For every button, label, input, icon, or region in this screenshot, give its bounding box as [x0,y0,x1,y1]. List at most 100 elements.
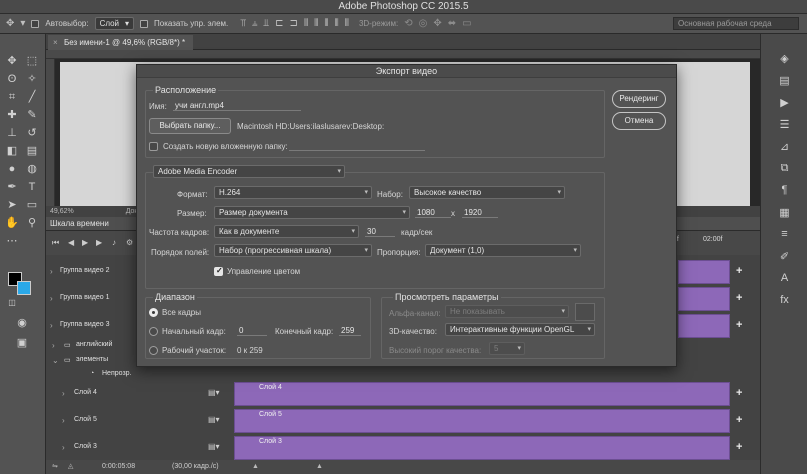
actions-icon[interactable]: ▶ [761,96,807,109]
workspace-dropdown[interactable]: Основная рабочая среда [673,17,799,30]
distribute-4-icon[interactable]: ⫴ [335,18,339,29]
height-input[interactable]: 1920 [462,208,498,218]
default-colors-icon[interactable]: ◫ [4,296,20,310]
align-top-icon[interactable]: ⫪ [240,18,246,29]
choose-folder-button[interactable]: Выбрать папку... [149,118,231,134]
convert-icon[interactable]: ⇋ [52,460,58,474]
frame-rate-dropdown[interactable]: Как в документе ▾ [214,225,359,238]
chevron-right-icon[interactable]: › [62,389,65,398]
scale-3d-icon[interactable]: ▭ [462,18,471,29]
size-dropdown[interactable]: Размер документа ▾ [214,206,410,219]
high-threshold-dropdown[interactable]: 5 ▾ [489,342,525,355]
autoselect-dropdown[interactable]: Слой ▾ [94,17,135,30]
distribute-icon[interactable]: ⫴ [304,18,308,29]
distribute-5-icon[interactable]: ⫴ [345,18,349,29]
film-icon[interactable]: ▤▾ [208,415,220,424]
create-subfolder-checkbox[interactable] [149,142,158,151]
swatches-icon[interactable]: ▦ [761,206,807,219]
cancel-button[interactable]: Отмена [612,112,666,130]
move-tool-icon[interactable]: ✥ [6,18,14,29]
timeline-clip[interactable] [678,260,730,284]
color-management-checkbox[interactable] [214,266,223,276]
lasso-tool-icon[interactable]: ʘ [4,72,20,86]
screen-mode-icon[interactable]: ▣ [14,336,30,350]
brush-tool-icon[interactable]: ✎ [24,108,40,122]
rotate-3d-icon[interactable]: ⟲ [404,18,412,29]
chevron-down-icon[interactable]: ▾ [20,18,25,29]
add-media-icon[interactable]: + [736,265,742,277]
distribute-2-icon[interactable]: ⫴ [314,18,318,29]
eraser-tool-icon[interactable]: ◧ [4,144,20,158]
current-timecode[interactable]: 0:00:05:08 [102,460,135,474]
timeline-clip[interactable] [678,287,730,311]
character-icon[interactable]: A [761,272,807,284]
move-tool-icon[interactable]: ✥ [4,54,20,68]
prev-frame-icon[interactable]: ◀ [68,238,74,247]
pen-tool-icon[interactable]: ✒ [4,180,20,194]
chevron-down-icon[interactable]: ⌄ [52,356,59,365]
film-icon[interactable]: ▤▾ [208,388,220,397]
magic-wand-tool-icon[interactable]: ✧ [24,72,40,86]
settings-icon[interactable]: ⚙ [126,238,133,247]
format-dropdown[interactable]: H.264 ▾ [214,186,372,199]
eyedropper-tool-icon[interactable]: ╱ [24,90,40,104]
field-order-dropdown[interactable]: Набор (прогрессивная шкала) ▾ [214,244,372,257]
background-color-swatch[interactable] [17,281,31,295]
timeline-clip[interactable]: Слой 5 [234,409,730,433]
chevron-right-icon[interactable]: › [50,294,53,303]
marquee-tool-icon[interactable]: ⬚ [24,54,40,68]
history-brush-tool-icon[interactable]: ↺ [24,126,40,140]
autoselect-checkbox[interactable] [31,19,40,28]
timeline-clip[interactable]: Слой 3 [234,436,730,460]
adjustments-icon[interactable]: ⊿ [761,140,807,153]
dodge-tool-icon[interactable]: ◍ [24,162,40,176]
blur-tool-icon[interactable]: ● [4,162,20,176]
document-tab[interactable]: × Без имени-1 @ 49,6% (RGB/8*) * [48,35,194,50]
frame-range-radio[interactable] [149,327,158,336]
layers-3d-icon[interactable]: ◈ [761,52,807,65]
add-media-icon[interactable]: + [736,387,742,399]
history-icon[interactable]: ▤ [761,74,807,87]
distribute-3-icon[interactable]: ⫴ [324,18,328,29]
name-input[interactable]: учи англ.mp4 [173,101,301,111]
slide-3d-icon[interactable]: ⬌ [448,18,456,29]
first-frame-icon[interactable]: ⏮ [52,238,59,248]
healing-brush-tool-icon[interactable]: ✚ [4,108,20,122]
start-frame-input[interactable]: 0 [237,326,267,336]
chevron-right-icon[interactable]: › [62,416,65,425]
chevron-right-icon[interactable]: › [62,443,65,452]
preset-dropdown[interactable]: Высокое качество ▾ [409,186,565,199]
close-icon[interactable]: × [53,35,58,50]
channels-icon[interactable]: ≡ [761,228,807,240]
more-tools-icon[interactable]: ⋯ [4,234,20,248]
gradient-tool-icon[interactable]: ▤ [24,144,40,158]
crop-tool-icon[interactable]: ⌗ [4,90,20,104]
all-frames-radio[interactable] [149,308,158,317]
zoom-tool-icon[interactable]: ⚲ [24,216,40,230]
align-left-icon[interactable]: ⊏ [275,18,283,29]
subfolder-input[interactable] [289,141,425,151]
type-tool-icon[interactable]: T [24,180,40,194]
alpha-dropdown[interactable]: Не показывать ▾ [445,305,569,318]
add-media-icon[interactable]: + [736,414,742,426]
work-area-radio[interactable] [149,346,158,355]
frame-rate-input[interactable]: 30 [365,227,395,237]
end-frame-input[interactable]: 259 [339,326,361,336]
film-icon[interactable]: ▤▾ [208,442,220,451]
hand-tool-icon[interactable]: ✋ [4,216,20,230]
timeline-clip[interactable] [678,314,730,338]
add-media-icon[interactable]: + [736,292,742,304]
align-middle-icon[interactable]: ⫨ [252,18,258,29]
styles-icon[interactable]: fx [761,294,807,306]
add-media-icon[interactable]: + [736,319,742,331]
libraries-icon[interactable]: ⧉ [761,162,807,175]
render-button[interactable]: Рендеринг [612,90,666,108]
zoom-level[interactable]: 49,62% [50,208,74,215]
zoom-in-icon[interactable]: ▲ [316,460,323,474]
audio-icon[interactable]: ♪ [112,238,116,247]
align-bottom-icon[interactable]: ⫫ [264,18,270,29]
onion-skin-icon[interactable]: ◬ [68,460,73,474]
roll-3d-icon[interactable]: ◎ [419,18,428,29]
next-frame-icon[interactable]: ▶ [96,238,102,247]
aspect-dropdown[interactable]: Документ (1,0) ▾ [425,244,581,257]
